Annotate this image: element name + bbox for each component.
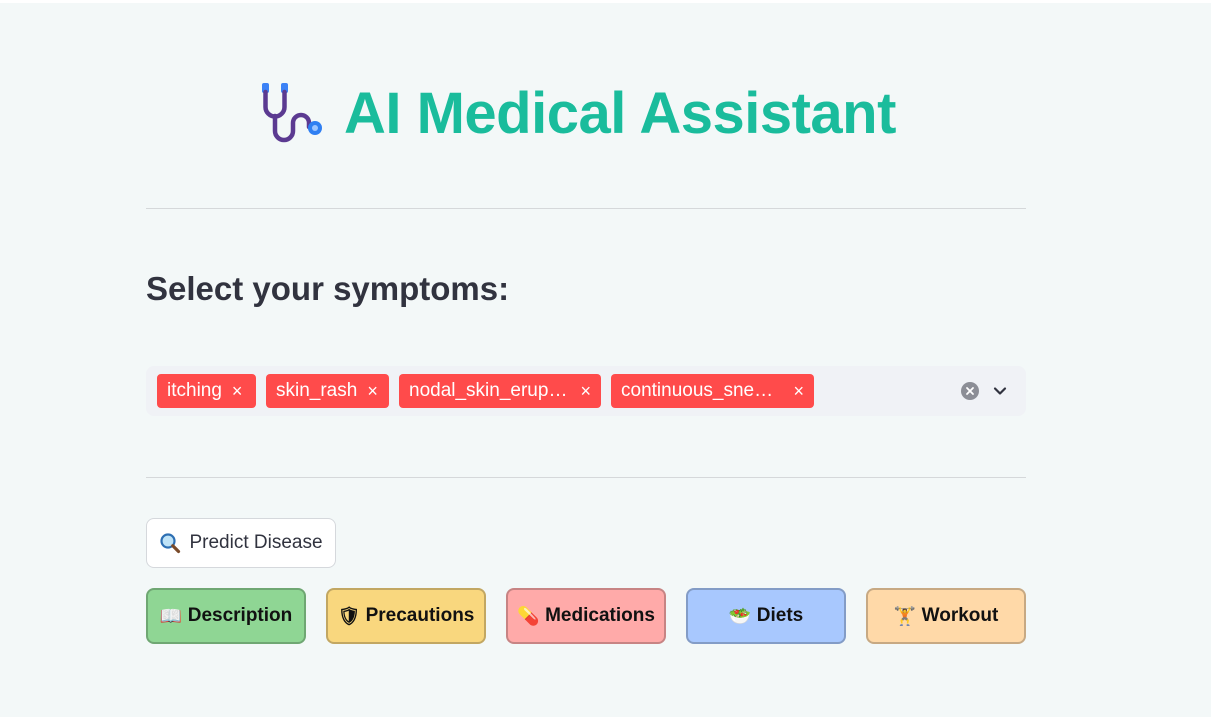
description-button[interactable]: 📖 Description	[146, 588, 306, 644]
pill-icon: 💊	[517, 605, 540, 626]
diets-label: Diets	[756, 605, 804, 626]
medications-label: Medications	[545, 605, 655, 626]
predict-disease-button[interactable]: Predict Disease	[146, 518, 336, 568]
symptoms-label: Select your symptoms:	[146, 270, 510, 307]
symptom-chip-label: continuous_sne…	[621, 380, 774, 401]
chevron-down-icon[interactable]	[991, 382, 1009, 400]
remove-chip-icon[interactable]: ×	[580, 381, 591, 402]
workout-label: Workout	[921, 605, 999, 626]
top-edge	[0, 0, 1211, 3]
predict-disease-label: Predict Disease	[189, 532, 323, 553]
precautions-button[interactable]: 🛡 Precautions	[326, 588, 486, 644]
symptom-chip-label: skin_rash	[276, 380, 358, 401]
salad-icon: 🥗	[728, 605, 752, 626]
info-buttons: 📖 Description 🛡 Precautions 💊 Medication…	[146, 588, 1026, 644]
symptom-chip-label: nodal_skin_erup…	[409, 380, 568, 401]
remove-chip-icon[interactable]: ×	[367, 381, 378, 402]
divider	[146, 477, 1026, 478]
workout-button[interactable]: 🏋 Workout	[866, 588, 1026, 644]
symptoms-multiselect[interactable]: itching × skin_rash × nodal_skin_erup… ×…	[146, 366, 1026, 416]
remove-chip-icon[interactable]: ×	[793, 381, 804, 402]
header: AI Medical Assistant	[256, 78, 896, 148]
diets-button[interactable]: 🥗 Diets	[686, 588, 846, 644]
precautions-label: Precautions	[365, 605, 475, 626]
symptom-chip[interactable]: nodal_skin_erup… ×	[399, 374, 601, 408]
symptom-chip[interactable]: continuous_sne… ×	[611, 374, 814, 408]
medications-button[interactable]: 💊 Medications	[506, 588, 666, 644]
stethoscope-icon	[262, 83, 322, 143]
page-title: AI Medical Assistant	[344, 80, 896, 146]
description-label: Description	[187, 605, 293, 626]
magnifier-icon	[160, 533, 181, 554]
remove-chip-icon[interactable]: ×	[232, 381, 243, 402]
symptom-chip[interactable]: skin_rash ×	[266, 374, 389, 408]
symptom-chip-label: itching	[167, 380, 222, 401]
shield-icon: 🛡	[337, 605, 361, 626]
book-icon: 📖	[159, 605, 183, 626]
weightlifter-icon: 🏋	[893, 605, 917, 626]
selected-symptoms: itching × skin_rash × nodal_skin_erup… ×…	[157, 374, 814, 408]
divider	[146, 208, 1026, 209]
symptom-chip[interactable]: itching ×	[157, 374, 256, 408]
clear-all-icon[interactable]	[961, 382, 979, 400]
